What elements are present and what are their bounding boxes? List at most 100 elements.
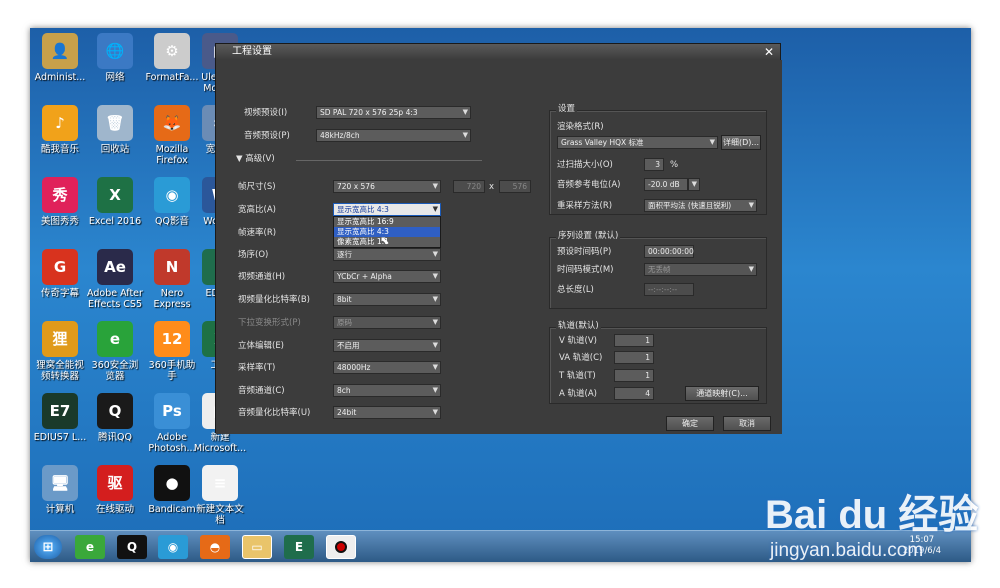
desktop-icon-label: 在线驱动 bbox=[95, 504, 134, 515]
tracks-group-title: 轨道(默认) bbox=[556, 321, 601, 332]
va-track-label: VA 轨道(C) bbox=[559, 353, 603, 363]
desktop-icon[interactable]: 👤 Administ... bbox=[32, 33, 88, 83]
baidu-watermark-logo: Bai du 经验 bbox=[765, 493, 979, 537]
baidu-watermark-url: jingyan.baidu.com bbox=[770, 540, 924, 561]
app-icon: ♪ bbox=[42, 105, 78, 141]
tc-mode-select: 无丢帧 ▼ bbox=[644, 263, 757, 276]
va-track-field[interactable]: 1 bbox=[614, 351, 654, 364]
audio-quant-select[interactable]: 24bit ▼ bbox=[333, 406, 441, 419]
app-icon: 🦊 bbox=[154, 105, 190, 141]
video-preset-select[interactable]: SD PAL 720 x 576 25p 4:3 ▼ bbox=[316, 106, 471, 119]
desktop-icon[interactable]: 驱在线驱动 bbox=[87, 465, 143, 515]
frame-size-select[interactable]: 720 x 576 ▼ bbox=[333, 180, 441, 193]
desktop-icon-label: 美图秀秀 bbox=[40, 216, 79, 227]
desktop-icon[interactable]: 狸狸窝全能视频转换器 bbox=[32, 321, 88, 382]
desktop-icon-label: 传奇字幕 bbox=[40, 288, 79, 299]
audio-quant-label: 音频量化比特率(U) bbox=[238, 408, 311, 418]
preset-tc-field[interactable]: 00:00:00:00 bbox=[644, 245, 694, 258]
app-icon: Ae bbox=[97, 249, 133, 285]
frame-height-field[interactable]: 576 bbox=[499, 180, 531, 193]
audio-preset-select[interactable]: 48kHz/8ch ▼ bbox=[316, 129, 471, 142]
desktop-icon-label: 腾讯QQ bbox=[98, 432, 132, 443]
start-button[interactable]: ⊞ bbox=[34, 535, 62, 559]
desktop-icon[interactable]: ♪ 酷我音乐 bbox=[32, 105, 88, 155]
frame-width-field[interactable]: 720 bbox=[453, 180, 485, 193]
desktop-icon-label: EDIUS7 L... bbox=[33, 432, 87, 443]
desktop-icon[interactable]: X Excel 2016 bbox=[87, 177, 143, 227]
taskbar-edius-icon[interactable]: E bbox=[284, 535, 314, 559]
taskbar-explorer-icon[interactable]: ▭ bbox=[242, 535, 272, 559]
tc-mode-value: 无丢帧 bbox=[648, 265, 671, 274]
desktop-icon[interactable]: Ae Adobe After Effects CS5 bbox=[87, 249, 143, 310]
chevron-down-icon: ▼ bbox=[432, 408, 438, 416]
audio-ref-field[interactable]: -20.0 dB bbox=[644, 178, 688, 191]
close-icon[interactable]: ✕ bbox=[764, 44, 774, 60]
audio-channel-label: 音频通道(C) bbox=[238, 386, 285, 396]
taskbar-bandicam-icon[interactable] bbox=[326, 535, 356, 559]
resample-select[interactable]: 面积平均法 (快速且锐利) ▼ bbox=[644, 199, 757, 212]
advanced-divider bbox=[296, 160, 482, 161]
desktop-icon[interactable]: 🗑 回收站 bbox=[87, 105, 143, 155]
desktop-icon[interactable]: 🖥 计算机 bbox=[32, 465, 88, 515]
desktop-icon[interactable]: G 传奇字幕 bbox=[32, 249, 88, 299]
chevron-down-icon: ▼ bbox=[432, 182, 438, 190]
field-order-select[interactable]: 逐行 ▼ bbox=[333, 248, 441, 261]
taskbar-qqplayer-icon[interactable]: ◉ bbox=[158, 535, 188, 559]
dialog-title-bar: 工程设置 ✕ bbox=[216, 44, 780, 60]
audio-channel-select[interactable]: 8ch ▼ bbox=[333, 384, 441, 397]
app-icon: X bbox=[97, 177, 133, 213]
app-icon: Q bbox=[97, 393, 133, 429]
video-quant-label: 视频量化比特率(B) bbox=[238, 295, 310, 305]
desktop-icon[interactable]: 秀美图秀秀 bbox=[32, 177, 88, 227]
app-icon: 👤 bbox=[42, 33, 78, 69]
channel-map-button[interactable]: 通道映射(C)... bbox=[685, 386, 759, 401]
v-track-field[interactable]: 1 bbox=[614, 334, 654, 347]
desktop-icon-label: 狸窝全能视频转换器 bbox=[36, 360, 84, 382]
stereo-select[interactable]: 不启用 ▼ bbox=[333, 339, 441, 352]
desktop-icon[interactable]: Q 腾讯QQ bbox=[87, 393, 143, 443]
total-length-field: --:--:--:-- bbox=[644, 283, 694, 296]
settings-group-title: 设置 bbox=[556, 104, 578, 115]
aspect-option[interactable]: 显示宽高比 16:9 bbox=[334, 217, 440, 227]
aspect-label: 宽高比(A) bbox=[238, 205, 276, 215]
desktop-icon[interactable]: 🌐 网络 bbox=[87, 33, 143, 83]
overscan-label: 过扫描大小(O) bbox=[557, 160, 613, 170]
advanced-toggle[interactable]: ▼ 高级(V) bbox=[236, 154, 275, 165]
render-format-select[interactable]: Grass Valley HQX 标准 ▼ bbox=[557, 136, 718, 149]
video-channel-value: YCbCr + Alpha bbox=[337, 272, 392, 281]
video-quant-select[interactable]: 8bit ▼ bbox=[333, 293, 441, 306]
chevron-down-icon: ▼ bbox=[432, 363, 438, 371]
desktop-icon[interactable]: E7 EDIUS7 L... bbox=[32, 393, 88, 443]
desktop-icon[interactable]: e 360安全浏览器 bbox=[87, 321, 143, 382]
cancel-button[interactable]: 取消 bbox=[723, 416, 771, 431]
video-quant-value: 8bit bbox=[337, 295, 352, 304]
t-track-field[interactable]: 1 bbox=[614, 369, 654, 382]
desktop-icon-label: 360安全浏览器 bbox=[91, 360, 139, 382]
desktop-icon-label: 网络 bbox=[105, 72, 125, 83]
audio-ref-dropdown[interactable]: ▼ bbox=[688, 178, 700, 191]
taskbar-qq-icon[interactable]: Q bbox=[117, 535, 147, 559]
app-icon: E7 bbox=[42, 393, 78, 429]
desktop-icon-label: Administ... bbox=[34, 72, 86, 83]
app-icon: ● bbox=[154, 465, 190, 501]
dialog-title: 工程设置 bbox=[232, 46, 272, 57]
desktop-icon-label: 新建 Microsoft... bbox=[193, 432, 247, 454]
audio-preset-value: 48kHz/8ch bbox=[320, 131, 360, 140]
preset-tc-label: 预设时间码(P) bbox=[557, 247, 612, 257]
taskbar-360-browser-icon[interactable]: e bbox=[75, 535, 105, 559]
aspect-select[interactable]: 显示宽高比 4:3 ▼ bbox=[333, 203, 441, 216]
detail-button[interactable]: 详细(D)... bbox=[721, 135, 761, 150]
resample-value: 面积平均法 (快速且锐利) bbox=[648, 201, 732, 210]
sample-rate-select[interactable]: 48000Hz ▼ bbox=[333, 361, 441, 374]
ok-button[interactable]: 确定 bbox=[666, 416, 714, 431]
desktop-icon[interactable]: ≡ 新建文本文档 bbox=[192, 465, 248, 526]
taskbar-firefox-icon[interactable]: ◓ bbox=[200, 535, 230, 559]
app-icon: 12 bbox=[154, 321, 190, 357]
overscan-field[interactable]: 3 bbox=[644, 158, 664, 171]
video-channel-select[interactable]: YCbCr + Alpha ▼ bbox=[333, 270, 441, 283]
a-track-field[interactable]: 4 bbox=[614, 387, 654, 400]
tc-mode-label: 时间码模式(M) bbox=[557, 265, 614, 275]
desktop-icon-label: Adobe After Effects CS5 bbox=[87, 288, 143, 310]
desktop-icon-label: 酷我音乐 bbox=[40, 144, 79, 155]
total-length-label: 总长度(L) bbox=[557, 285, 594, 295]
